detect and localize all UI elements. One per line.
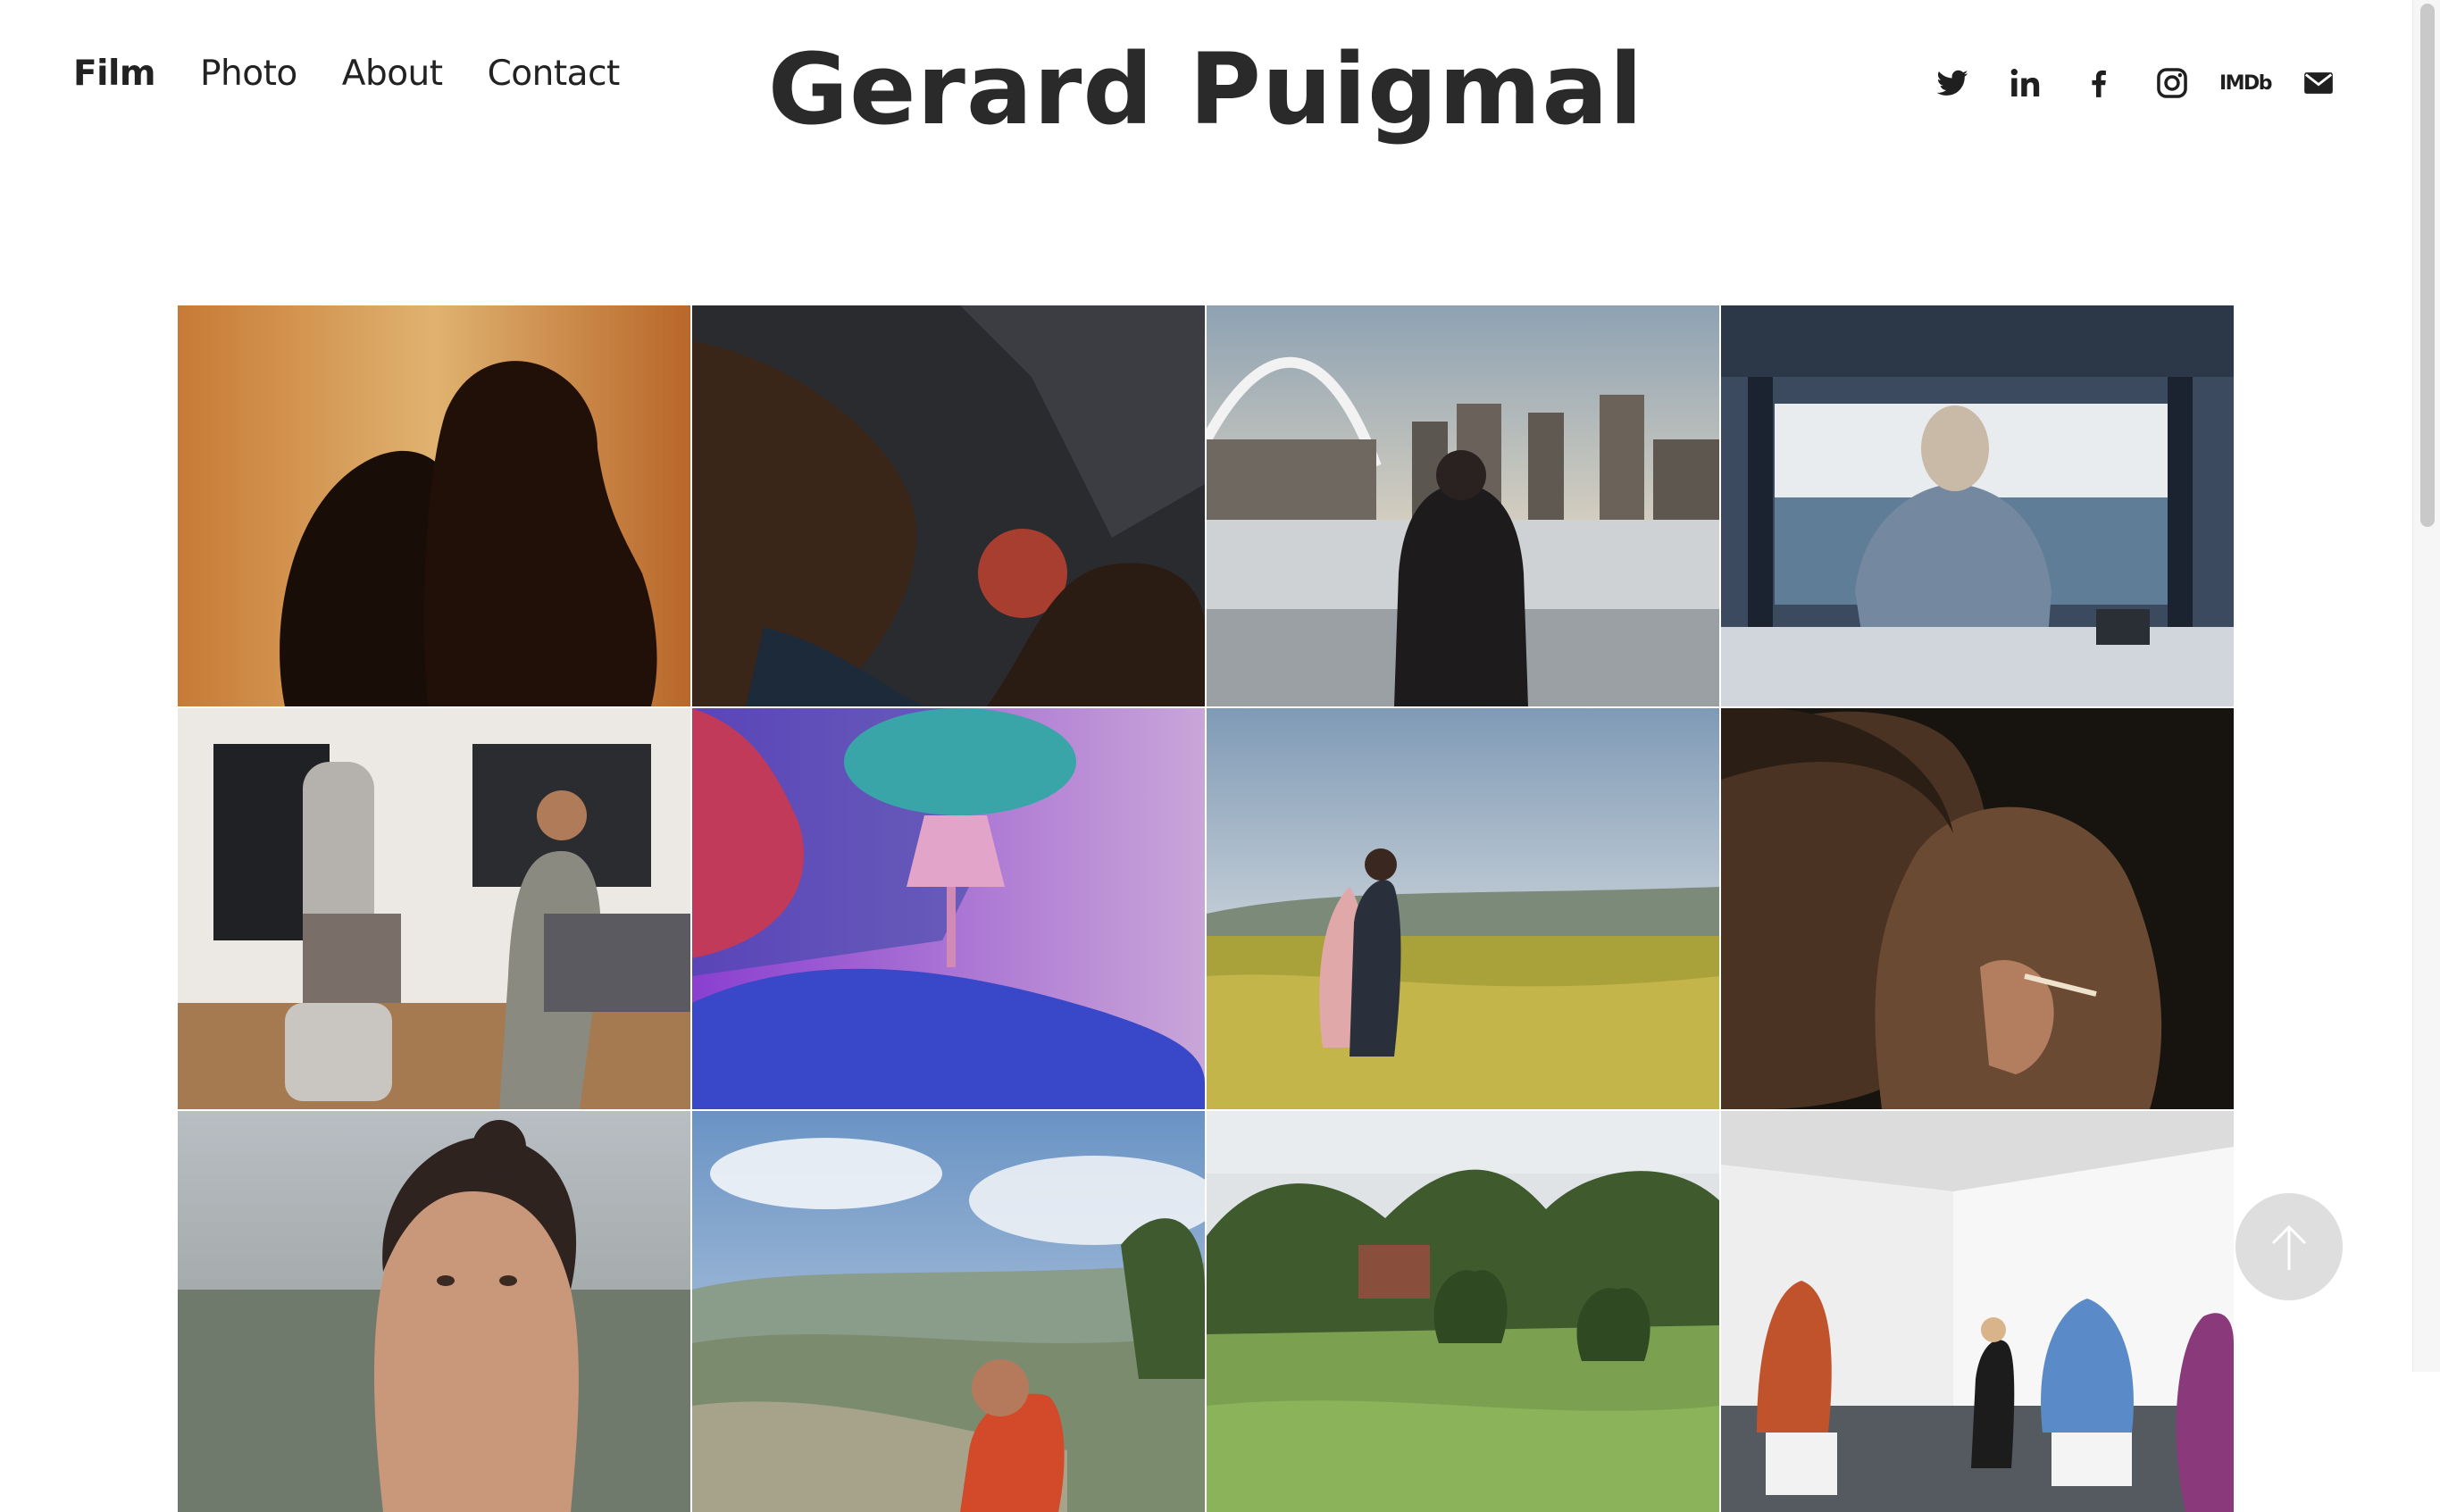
page-scrollbar[interactable] (2412, 0, 2440, 1372)
project-thumbnail-3[interactable] (1207, 305, 1719, 706)
scrollbar-thumb[interactable] (2420, 4, 2435, 527)
project-thumbnail-9[interactable] (178, 1111, 690, 1512)
project-thumbnail-6[interactable] (692, 708, 1205, 1109)
project-thumbnail-5[interactable] (178, 708, 690, 1109)
instagram-icon[interactable] (2155, 66, 2189, 100)
social-links: IMDb (1935, 66, 2336, 100)
email-icon[interactable] (2302, 66, 2336, 100)
project-gallery (178, 305, 2234, 1512)
linkedin-icon[interactable] (2009, 66, 2043, 100)
imdb-icon[interactable]: IMDb (2219, 66, 2273, 100)
project-thumbnail-1[interactable] (178, 305, 690, 706)
project-thumbnail-10[interactable] (692, 1111, 1205, 1512)
site-header: Film Photo About Contact Gerard Puigmal … (0, 0, 2411, 179)
back-to-top-button[interactable] (2235, 1193, 2343, 1300)
project-thumbnail-11[interactable] (1207, 1111, 1719, 1512)
arrow-up-icon (2271, 1224, 2307, 1270)
project-thumbnail-2[interactable] (692, 305, 1205, 706)
facebook-icon[interactable] (2082, 66, 2116, 100)
project-thumbnail-7[interactable] (1207, 708, 1719, 1109)
imdb-label: IMDb (2219, 71, 2273, 95)
project-thumbnail-4[interactable] (1721, 305, 2234, 706)
twitter-icon[interactable] (1935, 66, 1969, 100)
project-thumbnail-8[interactable] (1721, 708, 2234, 1109)
project-thumbnail-12[interactable] (1721, 1111, 2234, 1512)
